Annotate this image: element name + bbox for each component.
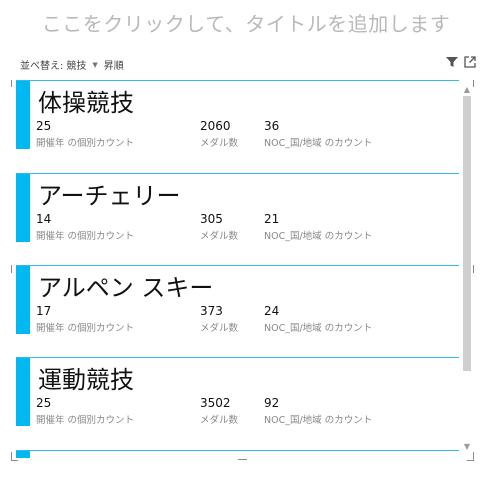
card-value-noc: 92 bbox=[264, 396, 280, 410]
card-value-years: 25 bbox=[36, 396, 52, 410]
card-value-noc: 24 bbox=[264, 304, 280, 318]
card-value-years: 17 bbox=[36, 304, 52, 318]
card-title: アーチェリー bbox=[38, 182, 181, 210]
focus-mode-icon[interactable] bbox=[464, 56, 476, 68]
card-label-years: 開催年 の個別カウント bbox=[36, 415, 135, 426]
card-label-years: 開催年 の個別カウント bbox=[36, 323, 135, 334]
partial-list-item[interactable] bbox=[16, 450, 459, 458]
visual-header-icons bbox=[446, 56, 476, 68]
sort-label: 並べ替え: bbox=[20, 61, 64, 72]
sort-order[interactable]: 昇順 bbox=[104, 57, 124, 72]
vertical-scrollbar[interactable]: ▲ ▼ bbox=[463, 86, 471, 451]
card-value-years: 14 bbox=[36, 212, 52, 226]
card-accent-bar bbox=[16, 81, 30, 149]
card-divider bbox=[16, 357, 459, 358]
scroll-down-icon[interactable]: ▼ bbox=[463, 443, 471, 451]
card-divider bbox=[16, 80, 459, 81]
frame-corner-bottom-right-h bbox=[467, 460, 474, 461]
card-accent-bar bbox=[16, 266, 30, 334]
sort-field[interactable]: 競技 bbox=[66, 57, 86, 72]
card-list: 体操競技 25 2060 36 開催年 の個別カウント メダル数 NOC_国/地… bbox=[16, 80, 459, 455]
card-divider bbox=[16, 450, 459, 451]
card-accent-bar bbox=[16, 451, 30, 458]
card-value-medals: 3502 bbox=[200, 396, 231, 410]
list-item[interactable]: アルペン スキー 17 373 24 開催年 の個別カウント メダル数 NOC_… bbox=[16, 265, 459, 344]
card-label-noc: NOC_国/地域 のカウント bbox=[264, 138, 373, 149]
card-label-medals: メダル数 bbox=[200, 415, 239, 426]
card-value-medals: 2060 bbox=[200, 119, 231, 133]
card-accent-bar bbox=[16, 174, 30, 242]
card-title: 運動競技 bbox=[38, 366, 134, 394]
card-divider bbox=[16, 265, 459, 266]
card-label-noc: NOC_国/地域 のカウント bbox=[264, 231, 373, 242]
card-label-medals: メダル数 bbox=[200, 231, 239, 242]
card-label-medals: メダル数 bbox=[200, 138, 239, 149]
card-label-years: 開催年 の個別カウント bbox=[36, 231, 135, 242]
chevron-down-icon[interactable]: ▼ bbox=[92, 61, 97, 69]
list-item[interactable]: 体操競技 25 2060 36 開催年 の個別カウント メダル数 NOC_国/地… bbox=[16, 80, 459, 159]
list-item[interactable]: 運動競技 25 3502 92 開催年 の個別カウント メダル数 NOC_国/地… bbox=[16, 357, 459, 436]
card-label-medals: メダル数 bbox=[200, 323, 239, 334]
frame-corner-top-right[interactable] bbox=[473, 80, 474, 87]
card-label-noc: NOC_国/地域 のカウント bbox=[264, 323, 373, 334]
card-title: アルペン スキー bbox=[38, 274, 214, 302]
frame-edge-right[interactable] bbox=[473, 265, 474, 273]
title-placeholder[interactable]: ここをクリックして、タイトルを追加します bbox=[0, 8, 492, 37]
sort-control[interactable]: 並べ替え: 競技 ▼ 昇順 bbox=[20, 57, 124, 73]
card-label-years: 開催年 の個別カウント bbox=[36, 138, 135, 149]
card-value-medals: 305 bbox=[200, 212, 223, 226]
frame-corner-bottom-left-h bbox=[11, 460, 18, 461]
filter-icon[interactable] bbox=[446, 56, 458, 68]
frame-edge-left[interactable] bbox=[11, 265, 12, 273]
card-value-medals: 373 bbox=[200, 304, 223, 318]
card-value-noc: 21 bbox=[264, 212, 280, 226]
card-label-noc: NOC_国/地域 のカウント bbox=[264, 415, 373, 426]
scrollbar-thumb[interactable] bbox=[463, 96, 471, 371]
card-divider bbox=[16, 173, 459, 174]
card-title: 体操競技 bbox=[38, 89, 134, 117]
card-value-noc: 36 bbox=[264, 119, 280, 133]
scroll-up-icon[interactable]: ▲ bbox=[463, 86, 471, 94]
list-item[interactable]: アーチェリー 14 305 21 開催年 の個別カウント メダル数 NOC_国/… bbox=[16, 173, 459, 252]
frame-edge-bottom[interactable] bbox=[238, 459, 247, 460]
card-accent-bar bbox=[16, 358, 30, 426]
frame-corner-top-left[interactable] bbox=[11, 80, 12, 87]
card-value-years: 25 bbox=[36, 119, 52, 133]
